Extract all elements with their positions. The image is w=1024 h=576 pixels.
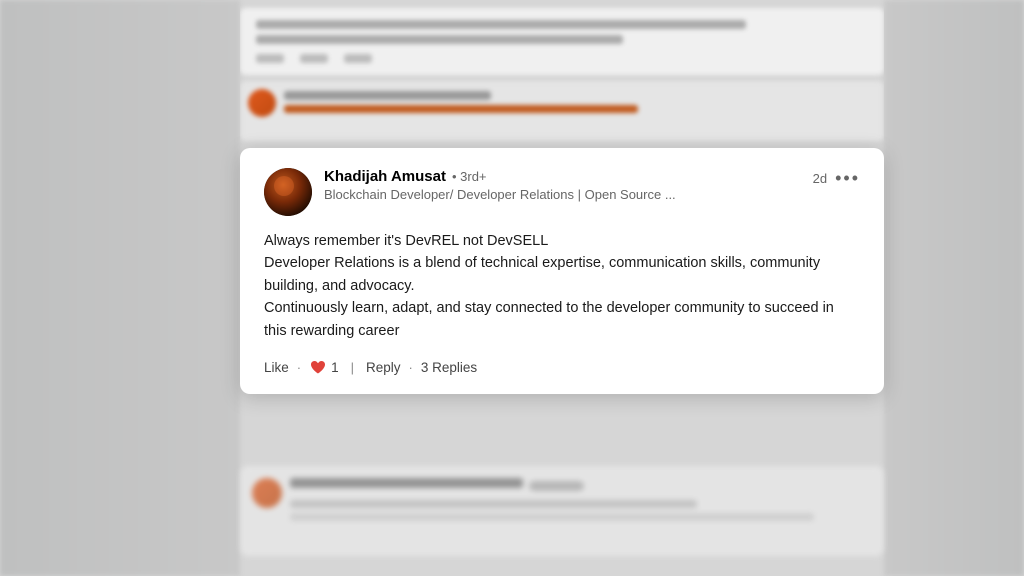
- divider: |: [351, 360, 354, 375]
- reply-button[interactable]: Reply: [366, 360, 401, 375]
- more-options-icon[interactable]: •••: [835, 168, 860, 189]
- left-blur-panel: [0, 0, 240, 576]
- top-blur-area: [240, 0, 884, 148]
- user-name[interactable]: Khadijah Amusat: [324, 168, 446, 185]
- blurred-text-row-2: [256, 35, 623, 44]
- blurred-bottom-avatar: [252, 478, 282, 508]
- blurred-bottom-name: [290, 478, 523, 488]
- blurred-bottom-badge: [529, 481, 584, 491]
- blurred-bottom-name-badge: [290, 478, 872, 494]
- blurred-like-btn: [256, 54, 284, 63]
- like-button[interactable]: Like: [264, 360, 289, 375]
- avatar: [264, 168, 312, 216]
- top-blurred-sub-comment: [240, 81, 884, 141]
- post-timestamp: 2d: [813, 171, 827, 186]
- blurred-action-row: [256, 54, 868, 63]
- card-header: Khadijah Amusat • 3rd+ Blockchain Develo…: [264, 168, 860, 216]
- card-header-right: 2d •••: [813, 168, 860, 189]
- blurred-more-btn: [344, 54, 372, 63]
- blurred-reply-btn: [300, 54, 328, 63]
- post-card: Khadijah Amusat • 3rd+ Blockchain Develo…: [240, 148, 884, 394]
- top-sub-avatar: [248, 89, 276, 117]
- dot-separator-1: ·: [297, 360, 301, 375]
- blurred-bottom-sub-1: [290, 500, 697, 508]
- blurred-text-row-1: [256, 20, 746, 29]
- like-count-section: 1: [309, 358, 339, 376]
- replies-count: 3 Replies: [421, 360, 477, 375]
- top-sub-text: [284, 105, 638, 113]
- user-info: Khadijah Amusat • 3rd+ Blockchain Develo…: [324, 168, 676, 202]
- post-content: Always remember it's DevREL not DevSELL …: [264, 230, 860, 342]
- blurred-bottom-text-1: [290, 513, 814, 521]
- top-blurred-comment: [240, 8, 884, 75]
- user-name-row: Khadijah Amusat • 3rd+: [324, 168, 676, 185]
- user-degree: • 3rd+: [452, 169, 487, 184]
- action-row: Like · 1 | Reply · 3 Replies: [264, 358, 860, 376]
- top-sub-name: [284, 91, 491, 100]
- avatar-image: [264, 168, 312, 216]
- blurred-bottom-comment: [240, 466, 884, 556]
- heart-icon: [309, 358, 327, 376]
- user-title: Blockchain Developer/ Developer Relation…: [324, 187, 676, 202]
- card-header-left: Khadijah Amusat • 3rd+ Blockchain Develo…: [264, 168, 676, 216]
- right-blur-panel: [884, 0, 1024, 576]
- like-count: 1: [331, 360, 339, 375]
- dot-separator-2: ·: [409, 360, 413, 375]
- blurred-bottom-section: [240, 456, 884, 576]
